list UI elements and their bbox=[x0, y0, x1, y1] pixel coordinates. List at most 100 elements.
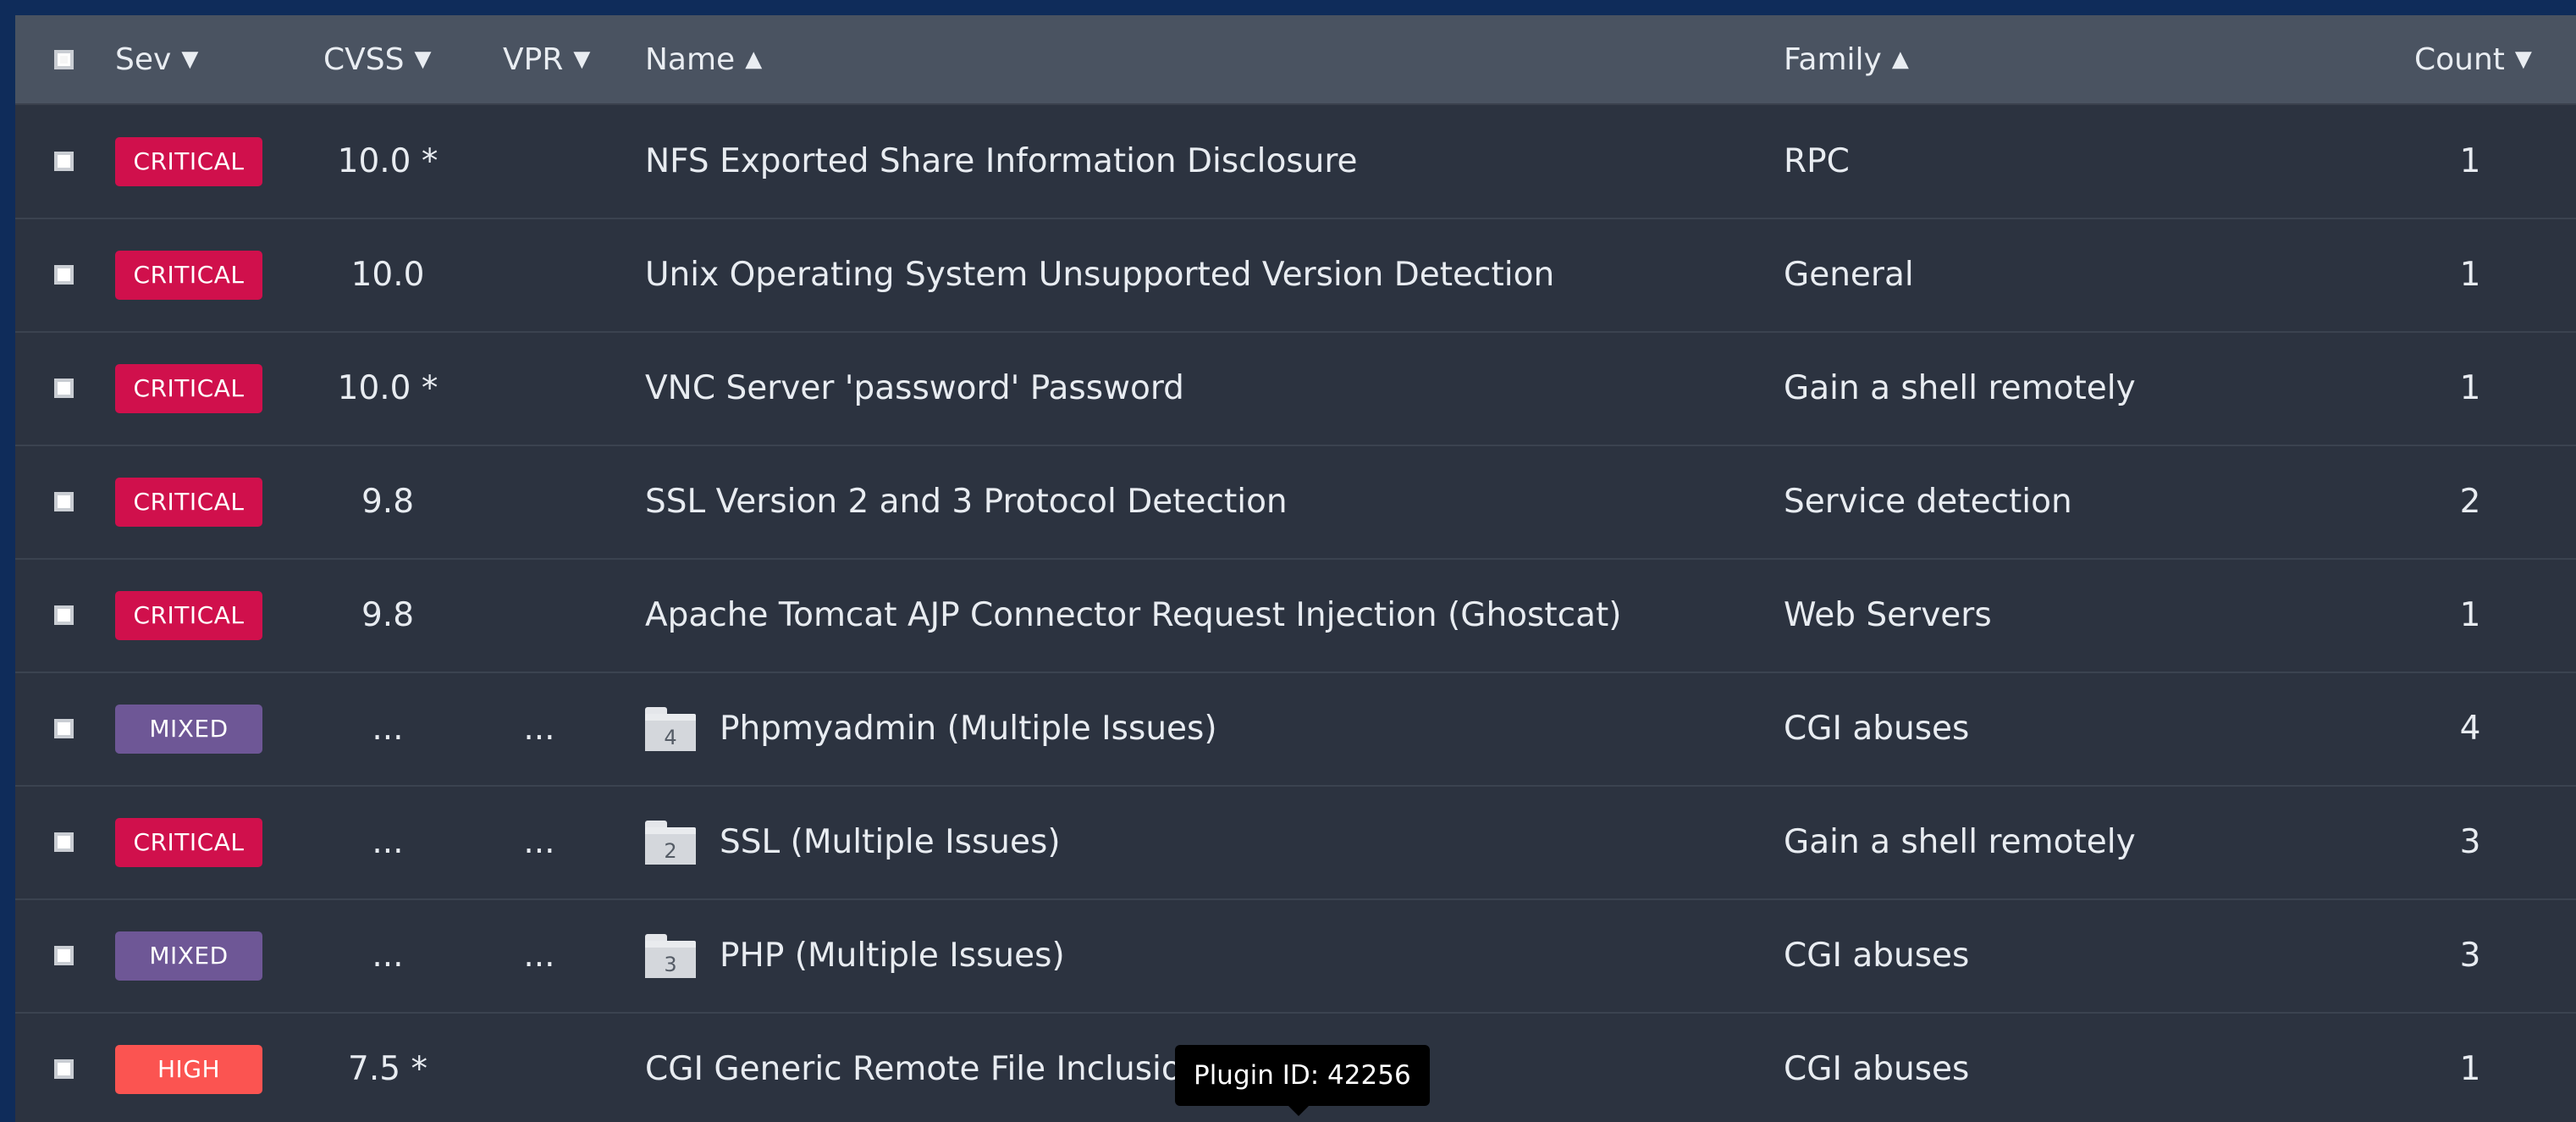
vpr-value bbox=[493, 559, 586, 672]
cvss-value: 7.5 * bbox=[348, 1050, 427, 1088]
plugin-family: CGI abuses bbox=[1784, 1050, 1970, 1088]
table-row[interactable]: CRITICAL 9.8 Apache Tomcat AJP Connector… bbox=[15, 559, 2576, 673]
plugin-family: Gain a shell remotely bbox=[1784, 823, 2136, 861]
vpr-value bbox=[493, 445, 586, 558]
count-value: 3 bbox=[2459, 823, 2481, 861]
count-value: 2 bbox=[2459, 483, 2481, 521]
count-value: 1 bbox=[2459, 1050, 2481, 1088]
severity-badge: MIXED bbox=[115, 931, 262, 981]
severity-badge: CRITICAL bbox=[115, 817, 262, 867]
plugin-name[interactable]: Phpmyadmin (Multiple Issues) bbox=[720, 710, 1217, 748]
plugin-name[interactable]: SSL (Multiple Issues) bbox=[720, 823, 1061, 861]
plugin-name-cell[interactable]: 4 Phpmyadmin (Multiple Issues) bbox=[645, 672, 1217, 785]
cvss-value: ... bbox=[372, 823, 404, 861]
column-label-family: Family bbox=[1784, 41, 1882, 77]
count-value: 4 bbox=[2459, 710, 2481, 748]
column-label-cvss: CVSS bbox=[323, 41, 405, 77]
sort-ascending-icon: ▲ bbox=[1891, 47, 1909, 72]
row-checkbox[interactable] bbox=[54, 492, 74, 511]
plugin-family: Web Servers bbox=[1784, 596, 1992, 634]
table-row[interactable]: CRITICAL ... ... 2 SSL (Multiple Issues)… bbox=[15, 786, 2576, 900]
column-label-vpr: VPR bbox=[503, 41, 564, 77]
sort-descending-icon: ▼ bbox=[414, 47, 432, 72]
row-checkbox[interactable] bbox=[54, 152, 74, 171]
vpr-value: ... bbox=[523, 710, 555, 748]
column-label-count: Count bbox=[2414, 41, 2505, 77]
cvss-value: 10.0 * bbox=[337, 369, 439, 407]
severity-badge: CRITICAL bbox=[115, 590, 262, 640]
plugin-name-cell[interactable]: 2 SSL (Multiple Issues) bbox=[645, 786, 1061, 898]
tooltip-text: Plugin ID: 42256 bbox=[1194, 1060, 1411, 1091]
severity-badge: CRITICAL bbox=[115, 477, 262, 527]
sort-descending-icon: ▼ bbox=[2514, 47, 2532, 72]
column-header-cvss[interactable]: CVSS ▼ bbox=[323, 15, 431, 103]
plugin-name[interactable]: Unix Operating System Unsupported Versio… bbox=[645, 218, 1554, 331]
severity-badge: CRITICAL bbox=[115, 250, 262, 300]
cvss-value: 9.8 bbox=[361, 596, 415, 634]
cvss-value: 9.8 bbox=[361, 483, 415, 521]
plugin-name[interactable]: PHP (Multiple Issues) bbox=[720, 937, 1065, 975]
table-row[interactable]: MIXED ... ... 4 Phpmyadmin (Multiple Iss… bbox=[15, 672, 2576, 787]
column-header-sev[interactable]: Sev ▼ bbox=[115, 15, 198, 103]
severity-badge: MIXED bbox=[115, 704, 262, 754]
cvss-value: ... bbox=[372, 937, 404, 975]
column-label-sev: Sev bbox=[115, 41, 172, 77]
row-checkbox[interactable] bbox=[54, 605, 74, 625]
row-checkbox[interactable] bbox=[54, 719, 74, 738]
column-label-name: Name bbox=[645, 41, 736, 77]
window-frame: Sev ▼ CVSS ▼ VPR ▼ Name ▲ Family ▲ Count… bbox=[0, 0, 2576, 1122]
severity-badge: HIGH bbox=[115, 1044, 262, 1094]
table-row[interactable]: CRITICAL 10.0 Unix Operating System Unsu… bbox=[15, 218, 2576, 333]
cvss-value: 10.0 * bbox=[337, 142, 439, 180]
table-row[interactable]: CRITICAL 10.0 * VNC Server 'password' Pa… bbox=[15, 332, 2576, 446]
sort-ascending-icon: ▲ bbox=[745, 47, 763, 72]
plugin-name-cell[interactable]: 3 PHP (Multiple Issues) bbox=[645, 899, 1065, 1012]
column-header-family[interactable]: Family ▲ bbox=[1784, 15, 1909, 103]
sort-descending-icon: ▼ bbox=[573, 47, 591, 72]
plugin-name[interactable]: SSL Version 2 and 3 Protocol Detection bbox=[645, 445, 1288, 558]
cvss-value: ... bbox=[372, 710, 404, 748]
plugin-name[interactable]: VNC Server 'password' Password bbox=[645, 332, 1184, 445]
row-checkbox[interactable] bbox=[54, 832, 74, 852]
plugin-name[interactable]: Apache Tomcat AJP Connector Request Inje… bbox=[645, 559, 1622, 672]
row-checkbox[interactable] bbox=[54, 265, 74, 285]
vpr-value bbox=[493, 105, 586, 218]
table-header: Sev ▼ CVSS ▼ VPR ▼ Name ▲ Family ▲ Count… bbox=[15, 15, 2576, 105]
plugin-family: CGI abuses bbox=[1784, 937, 1970, 975]
count-value: 1 bbox=[2459, 369, 2481, 407]
table-row[interactable]: MIXED ... ... 3 PHP (Multiple Issues) CG… bbox=[15, 899, 2576, 1014]
tooltip-pointer bbox=[1287, 1104, 1310, 1116]
plugin-family: General bbox=[1784, 256, 1914, 294]
plugin-name[interactable]: CGI Generic Remote File Inclusion bbox=[645, 1013, 1202, 1122]
plugin-family: CGI abuses bbox=[1784, 710, 1970, 748]
column-header-count[interactable]: Count ▼ bbox=[2414, 15, 2532, 103]
column-header-vpr[interactable]: VPR ▼ bbox=[503, 15, 590, 103]
row-checkbox[interactable] bbox=[54, 1059, 74, 1079]
header-select-all-cell bbox=[54, 15, 74, 103]
plugin-name[interactable]: NFS Exported Share Information Disclosur… bbox=[645, 105, 1358, 218]
plugin-family: Service detection bbox=[1784, 483, 2072, 521]
vpr-value: ... bbox=[523, 937, 555, 975]
vpr-value bbox=[493, 1013, 586, 1122]
folder-icon: 3 bbox=[645, 933, 696, 978]
table-row[interactable]: CRITICAL 10.0 * NFS Exported Share Infor… bbox=[15, 105, 2576, 219]
count-value: 1 bbox=[2459, 256, 2481, 294]
table-row[interactable]: CRITICAL 9.8 SSL Version 2 and 3 Protoco… bbox=[15, 445, 2576, 560]
count-value: 3 bbox=[2459, 937, 2481, 975]
count-value: 1 bbox=[2459, 142, 2481, 180]
group-count: 4 bbox=[645, 720, 696, 751]
vulnerabilities-table: Sev ▼ CVSS ▼ VPR ▼ Name ▲ Family ▲ Count… bbox=[15, 15, 2576, 1122]
row-checkbox[interactable] bbox=[54, 946, 74, 965]
severity-badge: CRITICAL bbox=[115, 363, 262, 413]
plugin-id-tooltip: Plugin ID: 42256 bbox=[1175, 1045, 1430, 1116]
plugin-family: RPC bbox=[1784, 142, 1850, 180]
vpr-value: ... bbox=[523, 823, 555, 861]
folder-icon: 4 bbox=[645, 706, 696, 751]
select-all-checkbox[interactable] bbox=[54, 49, 74, 69]
plugin-family: Gain a shell remotely bbox=[1784, 369, 2136, 407]
folder-icon: 2 bbox=[645, 820, 696, 865]
group-count: 2 bbox=[645, 833, 696, 865]
vpr-value bbox=[493, 332, 586, 445]
row-checkbox[interactable] bbox=[54, 379, 74, 398]
column-header-name[interactable]: Name ▲ bbox=[645, 15, 762, 103]
